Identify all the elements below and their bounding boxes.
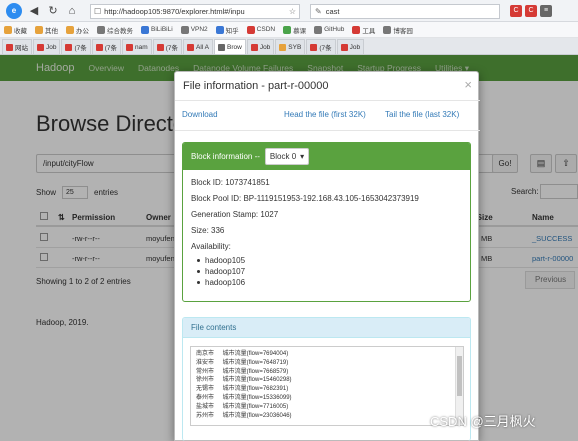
tab-favicon-icon — [65, 43, 73, 51]
cnblogs-icon — [383, 25, 392, 34]
browser-search-bar[interactable]: ✎ cast — [310, 4, 500, 19]
browser-tab[interactable]: SYB — [275, 39, 306, 54]
block-info-body: Block ID: 1073741851 Block Pool ID: BP-1… — [183, 170, 470, 293]
browser-tab[interactable]: nam — [122, 39, 152, 54]
bookmark-item[interactable]: 知乎 — [215, 25, 239, 35]
block-size: Size: 336 — [191, 226, 225, 235]
watermark: CSDN @三月枫火 — [430, 414, 536, 429]
file-contents-text: 南京市 城市流量(flow=7694004) 淮安市 城市流量(flow=764… — [196, 351, 292, 419]
github-icon — [314, 25, 323, 34]
extension-icon[interactable]: C — [525, 5, 537, 17]
block-pool-id: Block Pool ID: BP-1119151953-192.168.43.… — [191, 194, 419, 203]
download-link[interactable]: Download — [182, 110, 218, 119]
browser-tab[interactable]: 网站 — [2, 39, 32, 54]
refresh-icon[interactable]: ↻ — [46, 4, 60, 18]
file-contents-header: File contents — [183, 318, 470, 338]
file-contents-textarea[interactable]: 南京市 城市流量(flow=7694004) 淮安市 城市流量(flow=764… — [190, 346, 464, 426]
browser-tab-strip: 网站 Job (7条 (7条 nam (7条 All A Brow Job SY… — [0, 38, 578, 55]
divider — [175, 130, 480, 131]
bookmark-item[interactable]: 博客园 — [383, 25, 413, 35]
star-icon[interactable]: ☆ — [289, 7, 296, 16]
availability-label: Availability: — [191, 242, 231, 251]
block-info-label: Block information -- — [191, 152, 260, 161]
bilibili-icon — [141, 25, 149, 34]
tab-favicon-icon — [126, 43, 134, 51]
tools-icon — [352, 25, 361, 34]
tab-favicon-icon — [279, 43, 287, 51]
mooc-icon — [283, 25, 292, 34]
search-query: cast — [325, 7, 340, 16]
bookmark-item[interactable]: 工具 — [352, 25, 375, 35]
modal-title: File information - part-r-00000 — [183, 80, 329, 92]
tab-favicon-icon — [250, 43, 258, 51]
head-file-link[interactable]: Head the file (first 32K) — [284, 110, 366, 119]
browser-tab[interactable]: (7条 — [91, 39, 122, 54]
csdn-icon — [246, 25, 255, 34]
url-text: http://hadoop105:9870/explorer.html#/inp… — [104, 7, 245, 16]
block-id: Block ID: 1073741851 — [191, 178, 270, 187]
browser-tab-active[interactable]: Brow — [214, 39, 246, 54]
browser-tab[interactable]: Job — [33, 39, 61, 54]
browser-tab[interactable]: Job — [246, 39, 275, 54]
file-contents-panel: File contents 南京市 城市流量(flow=7694004) 淮安市… — [182, 317, 471, 441]
school-icon — [97, 25, 105, 34]
home-icon[interactable]: ⌂ — [65, 4, 79, 18]
browser-tab[interactable]: Job — [336, 39, 365, 54]
block-info-panel: Block information -- Block 0 ▾ Block ID:… — [182, 142, 471, 302]
tab-favicon-icon — [218, 43, 225, 51]
menu-icon[interactable]: ≡ — [540, 5, 552, 17]
vpn-icon — [180, 25, 189, 34]
caret-down-icon: ▾ — [300, 152, 305, 161]
tab-favicon-icon — [37, 43, 44, 51]
bookmark-item[interactable]: 综合教务 — [97, 25, 133, 35]
folder-icon — [66, 25, 74, 34]
extension-icons: C C ≡ — [510, 5, 552, 17]
location-item: hadoop106 — [191, 277, 462, 288]
bookmark-item[interactable]: GitHub — [314, 25, 344, 34]
browser-tab[interactable]: All A — [182, 39, 213, 54]
browser-logo-icon[interactable]: e — [6, 2, 22, 19]
address-bar[interactable]: ☐ http://hadoop105:9870/explorer.html#/i… — [90, 4, 300, 19]
tab-favicon-icon — [95, 43, 103, 51]
tab-favicon-icon — [310, 43, 318, 51]
tab-favicon-icon — [156, 43, 164, 51]
block-select[interactable]: Block 0 ▾ — [264, 148, 310, 165]
generation-stamp: Generation Stamp: 1027 — [191, 210, 279, 219]
browser-tab[interactable]: (7条 — [152, 39, 182, 54]
tail-file-link[interactable]: Tail the file (last 32K) — [385, 110, 459, 119]
file-info-modal: File information - part-r-00000 × Downlo… — [174, 71, 480, 441]
location-item: hadoop105 — [191, 255, 462, 266]
browser-tab[interactable]: (7条 — [306, 39, 336, 54]
bookmark-item[interactable]: 慕课 — [283, 25, 306, 35]
browser-tab[interactable]: (7条 — [61, 39, 91, 54]
block-info-header: Block information -- Block 0 ▾ — [183, 143, 470, 170]
bookmark-item[interactable]: VPN2 — [180, 25, 208, 34]
star-icon — [4, 25, 12, 34]
bookmark-item[interactable]: CSDN — [246, 25, 275, 34]
close-icon[interactable]: × — [464, 77, 472, 92]
zhihu-icon — [215, 25, 224, 34]
modal-header: File information - part-r-00000 × — [175, 72, 480, 101]
extension-icon[interactable]: C — [510, 5, 522, 17]
security-icon: ☐ — [94, 7, 102, 16]
tab-favicon-icon — [6, 43, 13, 51]
bookmark-item[interactable]: 收藏 — [4, 25, 27, 35]
location-item: hadoop107 — [191, 266, 462, 277]
tab-favicon-icon — [340, 43, 348, 51]
folder-icon — [35, 25, 43, 34]
tab-favicon-icon — [186, 43, 194, 51]
back-icon[interactable]: ◀ — [27, 4, 41, 18]
bookmark-item[interactable]: BiLiBiLi — [141, 25, 173, 34]
block-select-value: Block 0 — [269, 152, 297, 161]
scrollbar-thumb[interactable] — [457, 356, 462, 396]
bookmarks-bar: 收藏 其他 办公 综合教务 BiLiBiLi VPN2 知乎 CSDN 慕课 G… — [0, 22, 578, 38]
bookmark-item[interactable]: 其他 — [35, 25, 58, 35]
bookmark-item[interactable]: 办公 — [66, 25, 89, 35]
search-engine-icon: ✎ — [315, 7, 322, 16]
